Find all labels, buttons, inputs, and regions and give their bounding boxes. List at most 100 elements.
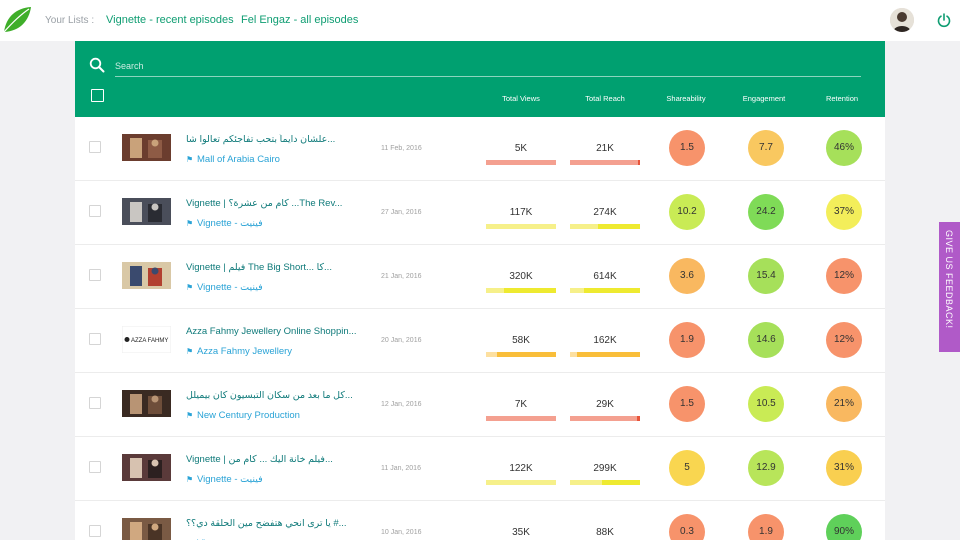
retention-score: 46% xyxy=(826,130,862,166)
total-reach-value: 21K xyxy=(596,143,614,154)
search-input[interactable] xyxy=(115,55,861,77)
video-title[interactable]: علشان دايماً بتحب تفاجئكم تعالوا شا... xyxy=(186,134,366,145)
retention-score: 31% xyxy=(826,450,862,486)
source-label: Vignette - فينيت xyxy=(197,282,263,293)
flag-icon: ⚑ xyxy=(186,411,194,420)
total-reach-bar-fill xyxy=(584,288,640,293)
column-header-total-reach[interactable]: Total Reach xyxy=(570,94,640,103)
engagement-score: 7.7 xyxy=(748,130,784,166)
video-source[interactable]: ⚑Vignette - فينيت xyxy=(186,218,263,229)
total-views-value: 35K xyxy=(512,527,530,538)
table-row[interactable]: Vignette | كام من عشرة؟ ...The Rev... ⚑ V… xyxy=(75,181,885,245)
search-icon xyxy=(89,57,105,73)
total-reach-value: 614K xyxy=(593,271,617,282)
shareability-score: 5 xyxy=(669,450,705,486)
flag-icon: ⚑ xyxy=(186,155,194,164)
total-views-value: 122K xyxy=(509,463,533,474)
list-link-fel-engaz[interactable]: Fel Engaz - all episodes xyxy=(241,14,358,26)
source-label: Vignette - فينيت xyxy=(197,474,263,485)
list-link-vignette[interactable]: Vignette - recent episodes xyxy=(106,14,234,26)
column-header-retention[interactable]: Retention xyxy=(807,94,877,103)
your-lists-label: Your Lists : xyxy=(45,15,95,26)
video-source[interactable]: ⚑Vignette - فينيت xyxy=(186,474,263,485)
total-views-bar-fill xyxy=(486,224,556,229)
engagement-score: 10.5 xyxy=(748,386,784,422)
total-views-bar-fill xyxy=(486,160,556,165)
avatar[interactable] xyxy=(890,8,914,32)
video-thumbnail[interactable] xyxy=(122,518,171,540)
video-thumbnail[interactable] xyxy=(122,198,171,225)
row-checkbox[interactable] xyxy=(89,205,101,217)
shareability-score: 1.9 xyxy=(669,322,705,358)
feedback-label: GIVE US FEEDBACK! xyxy=(944,230,954,329)
power-logout-icon[interactable] xyxy=(936,12,952,28)
publish-date: 11 Jan, 2016 xyxy=(381,465,421,472)
publish-date: 27 Jan, 2016 xyxy=(381,209,422,216)
total-reach-bar-fill xyxy=(570,416,637,421)
shareability-score: 0.3 xyxy=(669,514,705,540)
column-header-total-views[interactable]: Total Views xyxy=(486,94,556,103)
total-views-bar xyxy=(486,224,556,229)
table-row[interactable]: AZZA FAHMY Azza Fahmy Jewellery Online S… xyxy=(75,309,885,373)
table-row[interactable]: Vignette | فيلم خانة اليك ... كام من... … xyxy=(75,437,885,501)
video-source[interactable]: ⚑Vignette - فينيت xyxy=(186,282,263,293)
video-title[interactable]: Azza Fahmy Jewellery Online Shoppin... xyxy=(186,326,366,337)
video-thumbnail[interactable] xyxy=(122,390,171,417)
source-label: New Century Production xyxy=(197,410,300,421)
video-title[interactable]: Vignette | فيلم The Big Short... كا... xyxy=(186,262,366,273)
total-views-bar xyxy=(486,288,556,293)
total-views-bar xyxy=(486,416,556,421)
publish-date: 21 Jan, 2016 xyxy=(381,273,422,280)
table-row[interactable]: Vignette | فيلم The Big Short... كا... ⚑… xyxy=(75,245,885,309)
leaf-logo-icon[interactable] xyxy=(2,5,32,35)
shareability-score: 1.5 xyxy=(669,130,705,166)
video-title[interactable]: Vignette | كام من عشرة؟ ...The Rev... xyxy=(186,198,366,209)
table-row[interactable]: علشان دايماً بتحب تفاجئكم تعالوا شا... ⚑… xyxy=(75,117,885,181)
video-thumbnail[interactable] xyxy=(122,262,171,289)
video-title[interactable]: يا ترى انحي هتفضح مين الحلقة دي؟؟ #... xyxy=(186,518,366,529)
engagement-score: 1.9 xyxy=(748,514,784,540)
video-thumbnail[interactable] xyxy=(122,134,171,161)
video-source[interactable]: ⚑ Mall of Arabia Cairo xyxy=(186,154,280,165)
table-row[interactable]: يا ترى انحي هتفضح مين الحلقة دي؟؟ #... ⚑… xyxy=(75,501,885,540)
row-checkbox[interactable] xyxy=(89,141,101,153)
shareability-score: 3.6 xyxy=(669,258,705,294)
engagement-score: 12.9 xyxy=(748,450,784,486)
row-checkbox[interactable] xyxy=(89,525,101,537)
video-title[interactable]: Vignette | فيلم خانة اليك ... كام من... xyxy=(186,454,366,465)
flag-icon: ⚑ xyxy=(186,219,194,228)
total-views-bar xyxy=(486,160,556,165)
total-views-bar-fill xyxy=(486,480,556,485)
video-title[interactable]: كل ما بعد من سكان التبسيون كان بيميلل... xyxy=(186,390,366,401)
total-reach-bar-fill xyxy=(577,352,640,357)
retention-score: 12% xyxy=(826,322,862,358)
engagement-score: 15.4 xyxy=(748,258,784,294)
video-thumbnail[interactable]: AZZA FAHMY xyxy=(122,326,171,353)
retention-score: 37% xyxy=(826,194,862,230)
total-reach-bar xyxy=(570,352,640,357)
total-views-value: 5K xyxy=(514,143,528,154)
total-views-bar xyxy=(486,480,556,485)
give-feedback-tab[interactable]: GIVE US FEEDBACK! xyxy=(939,222,960,352)
video-thumbnail[interactable] xyxy=(122,454,171,481)
source-label: Vignette - فينيت xyxy=(197,218,263,229)
row-checkbox[interactable] xyxy=(89,333,101,345)
total-reach-bar-fill xyxy=(570,160,638,165)
total-reach-value: 88K xyxy=(596,527,614,538)
engagement-score: 14.6 xyxy=(748,322,784,358)
shareability-score: 1.5 xyxy=(669,386,705,422)
table-row[interactable]: كل ما بعد من سكان التبسيون كان بيميلل...… xyxy=(75,373,885,437)
row-checkbox[interactable] xyxy=(89,269,101,281)
video-source[interactable]: ⚑ New Century Production xyxy=(186,410,300,421)
column-header-engagement[interactable]: Engagement xyxy=(729,94,799,103)
flag-icon: ⚑ xyxy=(186,347,194,356)
row-checkbox[interactable] xyxy=(89,397,101,409)
video-source[interactable]: ⚑ Azza Fahmy Jewellery xyxy=(186,346,292,357)
source-label: Azza Fahmy Jewellery xyxy=(197,346,293,357)
total-views-value: 117K xyxy=(509,207,533,218)
retention-score: 90% xyxy=(826,514,862,540)
select-all-checkbox[interactable] xyxy=(91,89,104,102)
total-reach-bar xyxy=(570,288,640,293)
row-checkbox[interactable] xyxy=(89,461,101,473)
column-header-shareability[interactable]: Shareability xyxy=(651,94,721,103)
